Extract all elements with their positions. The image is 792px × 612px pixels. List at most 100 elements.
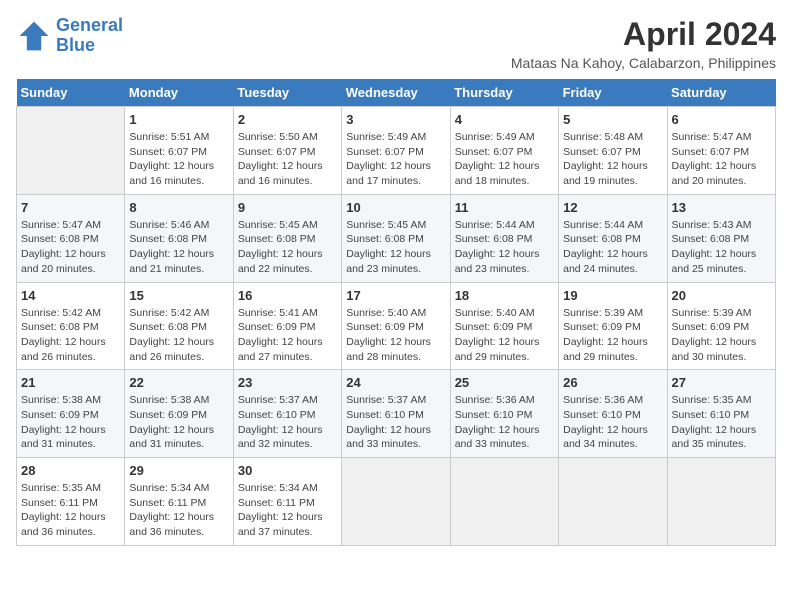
day-detail: Sunrise: 5:47 AMSunset: 6:08 PMDaylight:… [21,218,120,277]
day-number: 18 [455,288,554,303]
day-detail: Sunrise: 5:39 AMSunset: 6:09 PMDaylight:… [672,306,771,365]
day-detail: Sunrise: 5:42 AMSunset: 6:08 PMDaylight:… [129,306,228,365]
week-row-3: 14 Sunrise: 5:42 AMSunset: 6:08 PMDayligh… [17,282,776,370]
header-cell-tuesday: Tuesday [233,79,341,107]
day-detail: Sunrise: 5:37 AMSunset: 6:10 PMDaylight:… [238,393,337,452]
header-cell-friday: Friday [559,79,667,107]
day-cell: 23 Sunrise: 5:37 AMSunset: 6:10 PMDayligh… [233,370,341,458]
day-detail: Sunrise: 5:38 AMSunset: 6:09 PMDaylight:… [21,393,120,452]
day-number: 7 [21,200,120,215]
day-detail: Sunrise: 5:38 AMSunset: 6:09 PMDaylight:… [129,393,228,452]
day-detail: Sunrise: 5:40 AMSunset: 6:09 PMDaylight:… [346,306,445,365]
day-number: 20 [672,288,771,303]
title-area: April 2024 Mataas Na Kahoy, Calabarzon, … [511,16,776,71]
header-row: SundayMondayTuesdayWednesdayThursdayFrid… [17,79,776,107]
day-number: 21 [21,375,120,390]
day-cell: 21 Sunrise: 5:38 AMSunset: 6:09 PMDayligh… [17,370,125,458]
day-cell [450,458,558,546]
day-cell [667,458,775,546]
day-number: 25 [455,375,554,390]
week-row-4: 21 Sunrise: 5:38 AMSunset: 6:09 PMDayligh… [17,370,776,458]
day-detail: Sunrise: 5:43 AMSunset: 6:08 PMDaylight:… [672,218,771,277]
day-cell: 3 Sunrise: 5:49 AMSunset: 6:07 PMDaylight… [342,107,450,195]
day-detail: Sunrise: 5:46 AMSunset: 6:08 PMDaylight:… [129,218,228,277]
day-cell: 1Sunrise: 5:51 AMSunset: 6:07 PMDaylight… [125,107,233,195]
day-number: 16 [238,288,337,303]
day-number: 6 [672,112,771,127]
day-number: 3 [346,112,445,127]
day-cell: 4 Sunrise: 5:49 AMSunset: 6:07 PMDaylight… [450,107,558,195]
day-cell: 24 Sunrise: 5:37 AMSunset: 6:10 PMDayligh… [342,370,450,458]
day-cell: 5Sunrise: 5:48 AMSunset: 6:07 PMDaylight… [559,107,667,195]
day-cell: 8 Sunrise: 5:46 AMSunset: 6:08 PMDaylight… [125,194,233,282]
day-number: 11 [455,200,554,215]
day-cell: 6 Sunrise: 5:47 AMSunset: 6:07 PMDaylight… [667,107,775,195]
day-detail: Sunrise: 5:49 AMSunset: 6:07 PMDaylight:… [455,130,554,189]
day-cell: 16 Sunrise: 5:41 AMSunset: 6:09 PMDayligh… [233,282,341,370]
calendar-header: SundayMondayTuesdayWednesdayThursdayFrid… [17,79,776,107]
day-number: 13 [672,200,771,215]
month-title: April 2024 [511,16,776,53]
day-detail: Sunrise: 5:45 AMSunset: 6:08 PMDaylight:… [346,218,445,277]
day-cell: 14 Sunrise: 5:42 AMSunset: 6:08 PMDayligh… [17,282,125,370]
day-number: 14 [21,288,120,303]
day-detail: Sunrise: 5:36 AMSunset: 6:10 PMDaylight:… [455,393,554,452]
week-row-5: 28 Sunrise: 5:35 AMSunset: 6:11 PMDayligh… [17,458,776,546]
day-number: 4 [455,112,554,127]
day-cell: 25 Sunrise: 5:36 AMSunset: 6:10 PMDayligh… [450,370,558,458]
day-cell: 20 Sunrise: 5:39 AMSunset: 6:09 PMDayligh… [667,282,775,370]
day-number: 12 [563,200,662,215]
calendar-table: SundayMondayTuesdayWednesdayThursdayFrid… [16,79,776,546]
day-detail: Sunrise: 5:37 AMSunset: 6:10 PMDaylight:… [346,393,445,452]
day-number: 17 [346,288,445,303]
day-cell: 27 Sunrise: 5:35 AMSunset: 6:10 PMDayligh… [667,370,775,458]
day-cell: 30 Sunrise: 5:34 AMSunset: 6:11 PMDayligh… [233,458,341,546]
calendar-body: 1Sunrise: 5:51 AMSunset: 6:07 PMDaylight… [17,107,776,546]
day-cell: 19Sunrise: 5:39 AMSunset: 6:09 PMDayligh… [559,282,667,370]
day-number: 8 [129,200,228,215]
day-detail: Sunrise: 5:51 AMSunset: 6:07 PMDaylight:… [129,130,228,189]
day-cell [559,458,667,546]
day-number: 29 [129,463,228,478]
day-cell [342,458,450,546]
day-number: 30 [238,463,337,478]
day-number: 27 [672,375,771,390]
day-detail: Sunrise: 5:49 AMSunset: 6:07 PMDaylight:… [346,130,445,189]
day-cell: 18 Sunrise: 5:40 AMSunset: 6:09 PMDayligh… [450,282,558,370]
day-number: 9 [238,200,337,215]
day-number: 5 [563,112,662,127]
day-number: 23 [238,375,337,390]
location-subtitle: Mataas Na Kahoy, Calabarzon, Philippines [511,55,776,71]
day-number: 24 [346,375,445,390]
day-detail: Sunrise: 5:42 AMSunset: 6:08 PMDaylight:… [21,306,120,365]
day-detail: Sunrise: 5:47 AMSunset: 6:07 PMDaylight:… [672,130,771,189]
week-row-2: 7 Sunrise: 5:47 AMSunset: 6:08 PMDaylight… [17,194,776,282]
day-number: 2 [238,112,337,127]
day-cell: 9 Sunrise: 5:45 AMSunset: 6:08 PMDaylight… [233,194,341,282]
day-detail: Sunrise: 5:41 AMSunset: 6:09 PMDaylight:… [238,306,337,365]
day-cell: 11 Sunrise: 5:44 AMSunset: 6:08 PMDayligh… [450,194,558,282]
day-cell [17,107,125,195]
day-detail: Sunrise: 5:44 AMSunset: 6:08 PMDaylight:… [455,218,554,277]
day-detail: Sunrise: 5:34 AMSunset: 6:11 PMDaylight:… [129,481,228,540]
header-cell-saturday: Saturday [667,79,775,107]
day-cell: 12Sunrise: 5:44 AMSunset: 6:08 PMDayligh… [559,194,667,282]
header-cell-wednesday: Wednesday [342,79,450,107]
day-detail: Sunrise: 5:34 AMSunset: 6:11 PMDaylight:… [238,481,337,540]
day-number: 10 [346,200,445,215]
day-detail: Sunrise: 5:40 AMSunset: 6:09 PMDaylight:… [455,306,554,365]
logo-icon [16,18,52,54]
header-cell-monday: Monday [125,79,233,107]
week-row-1: 1Sunrise: 5:51 AMSunset: 6:07 PMDaylight… [17,107,776,195]
day-detail: Sunrise: 5:35 AMSunset: 6:11 PMDaylight:… [21,481,120,540]
day-cell: 13 Sunrise: 5:43 AMSunset: 6:08 PMDayligh… [667,194,775,282]
day-detail: Sunrise: 5:35 AMSunset: 6:10 PMDaylight:… [672,393,771,452]
day-cell: 29 Sunrise: 5:34 AMSunset: 6:11 PMDayligh… [125,458,233,546]
day-cell: 2Sunrise: 5:50 AMSunset: 6:07 PMDaylight… [233,107,341,195]
day-number: 28 [21,463,120,478]
page-header: General Blue April 2024 Mataas Na Kahoy,… [16,16,776,71]
day-cell: 28 Sunrise: 5:35 AMSunset: 6:11 PMDayligh… [17,458,125,546]
day-detail: Sunrise: 5:45 AMSunset: 6:08 PMDaylight:… [238,218,337,277]
day-cell: 22Sunrise: 5:38 AMSunset: 6:09 PMDayligh… [125,370,233,458]
header-cell-sunday: Sunday [17,79,125,107]
